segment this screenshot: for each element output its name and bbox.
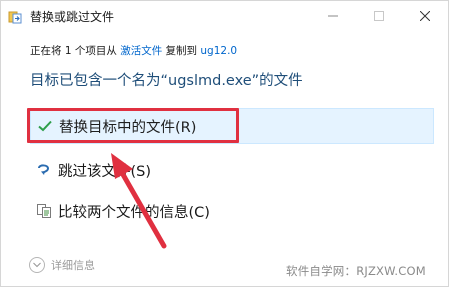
title-bar: 替换或跳过文件 xyxy=(1,1,448,31)
chevron-down-icon xyxy=(29,257,45,273)
copy-info-middle: 复制到 xyxy=(162,45,201,57)
replace-or-skip-dialog: 替换或跳过文件 正在将 1 个项目从 激活文件 复制到 ug12.0 目标已包含… xyxy=(0,0,449,287)
window-title: 替换或跳过文件 xyxy=(30,10,115,24)
minimize-button[interactable] xyxy=(310,1,356,31)
annotation-highlight-box xyxy=(27,108,239,143)
copy-dialog-icon xyxy=(8,9,22,24)
maximize-button[interactable] xyxy=(356,1,402,31)
destination-folder-link[interactable]: ug12.0 xyxy=(200,45,237,57)
minimize-icon xyxy=(328,15,338,17)
skip-file-label: 跳过该文件(S) xyxy=(58,163,152,180)
maximize-icon xyxy=(374,11,384,21)
source-folder-link[interactable]: 激活文件 xyxy=(120,45,162,57)
compare-documents-icon xyxy=(36,203,52,219)
copy-info-line: 正在将 1 个项目从 激活文件 复制到 ug12.0 xyxy=(30,43,237,58)
close-button[interactable] xyxy=(402,1,448,31)
close-icon xyxy=(420,11,430,21)
details-toggle[interactable]: 详细信息 xyxy=(29,257,95,273)
skip-file-option[interactable]: 跳过该文件(S) xyxy=(30,152,434,188)
details-label: 详细信息 xyxy=(51,259,95,272)
copy-info-prefix: 正在将 1 个项目从 xyxy=(30,45,121,57)
compare-files-label: 比较两个文件的信息(C) xyxy=(58,204,210,221)
conflict-heading: 目标已包含一个名为“ugslmd.exe”的文件 xyxy=(30,73,303,89)
skip-arrow-icon xyxy=(36,162,52,178)
compare-files-option[interactable]: 比较两个文件的信息(C) xyxy=(30,193,434,229)
site-watermark: 软件自学网：RJZXW.COM xyxy=(286,264,426,278)
